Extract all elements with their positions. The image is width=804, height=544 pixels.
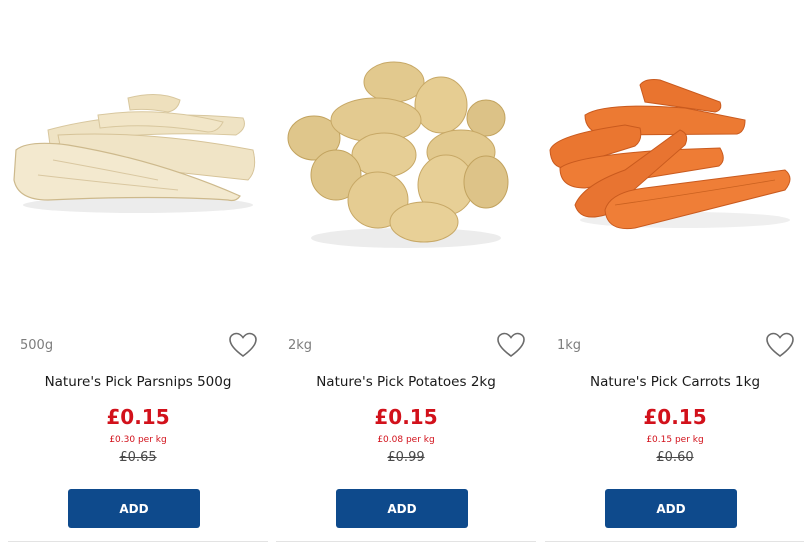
- was-price: £0.99: [387, 450, 425, 465]
- divider: [8, 541, 268, 542]
- potatoes-image[interactable]: [276, 10, 536, 290]
- divider: [276, 541, 536, 542]
- favourite-heart-icon[interactable]: [765, 331, 795, 359]
- product-name[interactable]: Nature's Pick Carrots 1kg: [545, 374, 804, 390]
- product-card: 500g Nature's Pick Parsnips 500g £0.15 £…: [8, 0, 268, 544]
- product-name[interactable]: Nature's Pick Parsnips 500g: [8, 374, 268, 390]
- favourite-heart-icon[interactable]: [228, 331, 258, 359]
- price-per-kg: £0.08 per kg: [377, 435, 435, 445]
- product-price: £0.15: [106, 405, 170, 429]
- add-to-basket-button[interactable]: ADD: [68, 489, 200, 528]
- divider: [545, 541, 804, 542]
- product-weight: 2kg: [288, 338, 313, 353]
- product-weight: 500g: [20, 338, 54, 353]
- product-price: £0.15: [374, 405, 438, 429]
- product-price: £0.15: [643, 405, 707, 429]
- add-to-basket-button[interactable]: ADD: [605, 489, 737, 528]
- was-price: £0.60: [656, 450, 694, 465]
- favourite-heart-icon[interactable]: [496, 331, 526, 359]
- price-per-kg: £0.15 per kg: [646, 435, 704, 445]
- product-grid: 500g Nature's Pick Parsnips 500g £0.15 £…: [0, 0, 804, 544]
- was-price: £0.65: [119, 450, 157, 465]
- product-card: 2kg Nature's Pick Potatoes 2kg £0.15 £0.…: [276, 0, 536, 544]
- product-name[interactable]: Nature's Pick Potatoes 2kg: [276, 374, 536, 390]
- price-per-kg: £0.30 per kg: [109, 435, 167, 445]
- carrots-image[interactable]: [545, 10, 804, 290]
- parsnips-image[interactable]: [8, 10, 268, 290]
- product-weight: 1kg: [557, 338, 582, 353]
- product-card: 1kg Nature's Pick Carrots 1kg £0.15 £0.1…: [545, 0, 804, 544]
- add-to-basket-button[interactable]: ADD: [336, 489, 468, 528]
